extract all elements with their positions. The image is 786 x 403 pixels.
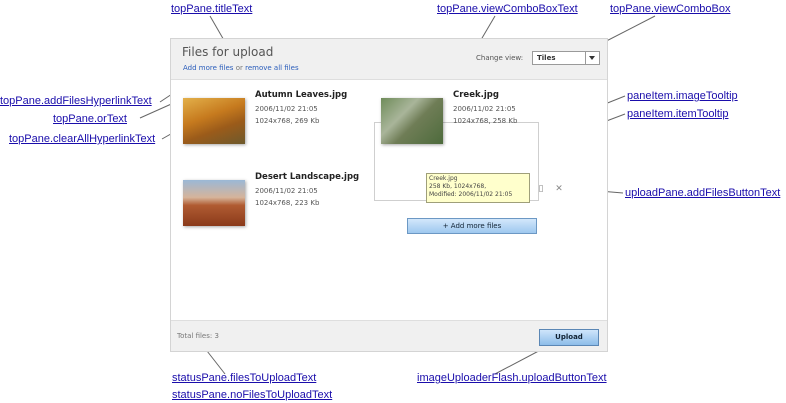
- item-name: Desert Landscape.jpg: [255, 172, 360, 182]
- list-item[interactable]: Desert Landscape.jpg 2006/11/02 21:05 10…: [179, 172, 359, 236]
- status-pane: Total files: 3: [177, 332, 219, 340]
- thumbnail-image: [381, 98, 443, 144]
- item-meta: 2006/11/02 21:05 1024x768, 258 Kb: [453, 103, 517, 127]
- remove-all-files-link[interactable]: remove all files: [245, 64, 299, 72]
- upload-button[interactable]: Upload: [539, 329, 599, 346]
- view-combo-value: Tiles: [537, 54, 556, 62]
- item-name: Autumn Leaves.jpg: [255, 90, 348, 100]
- item-meta: 2006/11/02 21:05 1024x768, 223 Kb: [255, 185, 319, 209]
- panel-title: Files for upload: [182, 45, 274, 59]
- or-text: or: [235, 64, 243, 72]
- item-info: 1024x768, 269 Kb: [255, 117, 320, 125]
- tooltip-filename: Creek.jpg: [429, 175, 458, 182]
- callout-image-tooltip[interactable]: paneItem.imageTooltip: [627, 90, 738, 102]
- callout-title-text[interactable]: topPane.titleText: [171, 3, 252, 15]
- list-item[interactable]: Autumn Leaves.jpg 2006/11/02 21:05 1024x…: [179, 90, 347, 154]
- item-info: 1024x768, 223 Kb: [255, 199, 320, 207]
- callout-view-combo-text[interactable]: topPane.viewComboBoxText: [437, 3, 578, 15]
- item-name: Creek.jpg: [453, 90, 499, 100]
- callout-clear-all[interactable]: topPane.clearAllHyperlinkText: [9, 133, 155, 145]
- file-info-icon[interactable]: ▯: [536, 184, 546, 194]
- item-info: 1024x768, 258 Kb: [453, 117, 518, 125]
- tooltip-modified: Modified: 2006/11/02 21:05: [429, 191, 513, 198]
- add-more-files-button[interactable]: + Add more files: [407, 218, 537, 234]
- item-date: 2006/11/02 21:05: [255, 105, 318, 113]
- tooltip-size: 258 Kb, 1024x768,: [429, 183, 487, 190]
- add-files-link[interactable]: Add more files: [183, 64, 233, 72]
- file-list-area: Autumn Leaves.jpg 2006/11/02 21:05 1024x…: [171, 79, 607, 321]
- image-uploader-panel: Files for upload Add more files or remov…: [170, 38, 608, 352]
- item-date: 2006/11/02 21:05: [453, 105, 516, 113]
- callout-upload-button[interactable]: imageUploaderFlash.uploadButtonText: [417, 372, 607, 384]
- top-pane-links: Add more files or remove all files: [183, 64, 299, 72]
- chevron-down-icon[interactable]: [585, 52, 599, 64]
- view-combo-box[interactable]: Tiles: [532, 51, 600, 65]
- thumbnail-image: [183, 180, 245, 226]
- callout-view-combo[interactable]: topPane.viewComboBox: [610, 3, 730, 15]
- item-date: 2006/11/02 21:05: [255, 187, 318, 195]
- total-files-count: 3: [214, 332, 219, 340]
- callout-add-files-button[interactable]: uploadPane.addFilesButtonText: [625, 187, 780, 199]
- callout-files-to-upload[interactable]: statusPane.filesToUploadText: [172, 372, 316, 384]
- item-tooltip: Creek.jpg 258 Kb, 1024x768, Modified: 20…: [426, 173, 530, 203]
- callout-add-files-link[interactable]: topPane.addFilesHyperlinkText: [0, 95, 152, 107]
- callout-item-tooltip[interactable]: paneItem.itemTooltip: [627, 108, 729, 120]
- item-meta: 2006/11/02 21:05 1024x768, 269 Kb: [255, 103, 319, 127]
- close-icon[interactable]: ✕: [554, 184, 564, 194]
- list-item[interactable]: Creek.jpg 2006/11/02 21:05 1024x768, 258…: [377, 90, 537, 154]
- callout-or-text[interactable]: topPane.orText: [53, 113, 127, 125]
- change-view-label: Change view:: [476, 54, 524, 62]
- thumbnail-image: [183, 98, 245, 144]
- callout-no-files[interactable]: statusPane.noFilesToUploadText: [172, 389, 332, 401]
- total-files-label: Total files:: [177, 332, 213, 340]
